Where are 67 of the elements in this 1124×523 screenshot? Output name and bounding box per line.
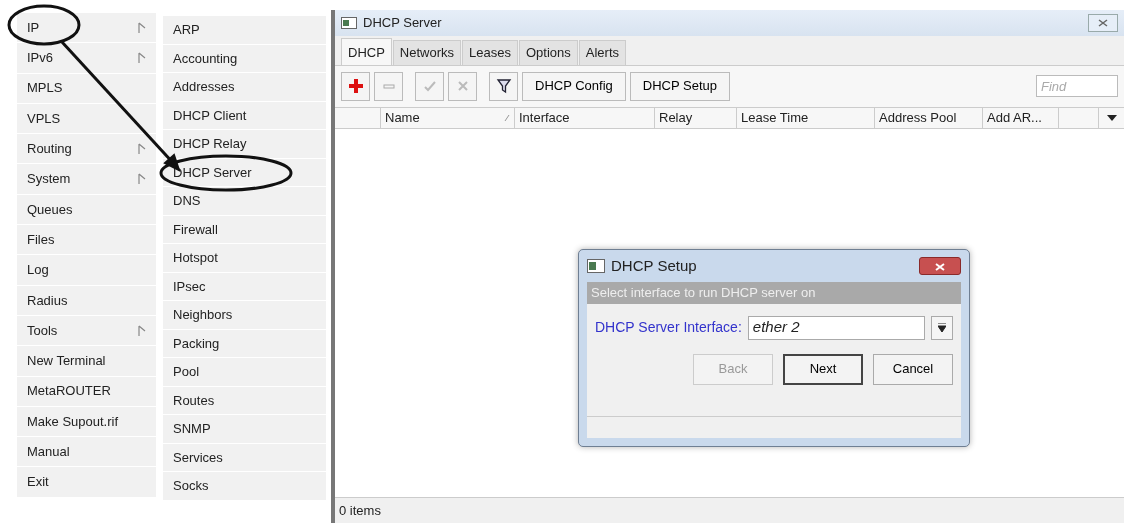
column-header[interactable]: Lease Time xyxy=(737,107,875,128)
tab[interactable]: Options xyxy=(518,40,578,65)
tab[interactable]: Leases xyxy=(462,40,518,65)
menu-item[interactable]: Addresses xyxy=(163,73,326,102)
window-icon xyxy=(341,17,357,29)
menu-item[interactable]: DHCP Relay xyxy=(163,130,326,159)
field-label: DHCP Server Interface: xyxy=(595,318,742,337)
close-icon xyxy=(935,262,945,271)
menu-item[interactable]: Routing xyxy=(17,134,156,165)
add-button[interactable] xyxy=(341,71,370,101)
dropdown-icon xyxy=(938,322,946,333)
menu-item[interactable]: IP xyxy=(17,13,156,44)
tab[interactable]: DHCP xyxy=(341,38,392,65)
menu-item[interactable]: Packing xyxy=(163,329,326,358)
menu-item[interactable]: Radius xyxy=(17,285,156,316)
add-icon xyxy=(347,78,364,94)
menu-item[interactable]: MPLS xyxy=(17,73,156,104)
toolbar-button[interactable]: DHCP Setup xyxy=(629,71,730,101)
column-header[interactable]: Address Pool xyxy=(875,107,983,128)
menu-item[interactable]: DHCP Client xyxy=(163,101,326,130)
find-field[interactable]: Find xyxy=(1036,75,1118,97)
tab[interactable]: Alerts xyxy=(578,40,626,65)
column-header[interactable]: Relay xyxy=(655,107,737,128)
tab[interactable]: Networks xyxy=(392,40,462,65)
dialog-button[interactable]: Cancel xyxy=(873,353,953,385)
menu-item[interactable]: New Terminal xyxy=(17,346,156,377)
menu-item[interactable]: DNS xyxy=(163,187,326,216)
close-icon xyxy=(1098,19,1108,27)
close-button[interactable] xyxy=(1088,14,1118,32)
menu-item[interactable]: ARP xyxy=(163,16,326,45)
toolbar-button[interactable]: DHCP Config xyxy=(522,71,626,101)
menu-item[interactable]: VPLS xyxy=(17,103,156,135)
menu-item[interactable]: Tools xyxy=(17,315,156,347)
column-header[interactable]: Interface xyxy=(515,107,655,128)
menu-item[interactable]: Firewall xyxy=(163,215,326,244)
menu-item[interactable]: Hotspot xyxy=(163,244,326,273)
menu-item[interactable]: Services xyxy=(163,443,326,472)
menu-item[interactable]: Manual xyxy=(17,437,156,468)
menu-item[interactable]: Neighbors xyxy=(163,301,326,330)
dropdown-icon xyxy=(1106,114,1117,121)
menu-item[interactable]: Exit xyxy=(17,467,156,498)
menu-item[interactable]: System xyxy=(17,164,156,195)
filter-icon xyxy=(495,78,512,94)
status-text: 0 items xyxy=(339,501,381,520)
menu-item[interactable]: MetaROUTER xyxy=(17,376,156,407)
column-header[interactable]: Name xyxy=(381,107,515,128)
menu-item[interactable]: Pool xyxy=(163,358,326,387)
menu-item[interactable]: Log xyxy=(17,255,156,286)
menu-item[interactable]: Routes xyxy=(163,386,326,415)
window-title: DHCP Server xyxy=(363,14,442,33)
menu-item[interactable]: Files xyxy=(17,225,156,256)
close-button[interactable] xyxy=(919,257,961,275)
menu-item[interactable]: Make Supout.rif xyxy=(17,406,156,438)
window-icon xyxy=(587,259,605,273)
menu-item[interactable]: SNMP xyxy=(163,415,326,444)
menu-item[interactable]: IPv6 xyxy=(17,43,156,74)
menu-item[interactable]: IPsec xyxy=(163,272,326,301)
column-header[interactable]: Add AR... xyxy=(983,107,1059,128)
filter-button[interactable] xyxy=(489,71,518,101)
dropdown-button[interactable] xyxy=(931,315,953,340)
menu-item[interactable]: Queues xyxy=(17,194,156,226)
menu-item[interactable]: Socks xyxy=(163,472,326,501)
dialog-title: DHCP Setup xyxy=(611,255,697,276)
menu-item[interactable]: Accounting xyxy=(163,44,326,73)
dialog-button[interactable]: Next xyxy=(783,353,863,385)
prompt-text: Select interface to run DHCP server on xyxy=(587,282,961,304)
interface-field[interactable]: ether 2 xyxy=(747,315,925,340)
